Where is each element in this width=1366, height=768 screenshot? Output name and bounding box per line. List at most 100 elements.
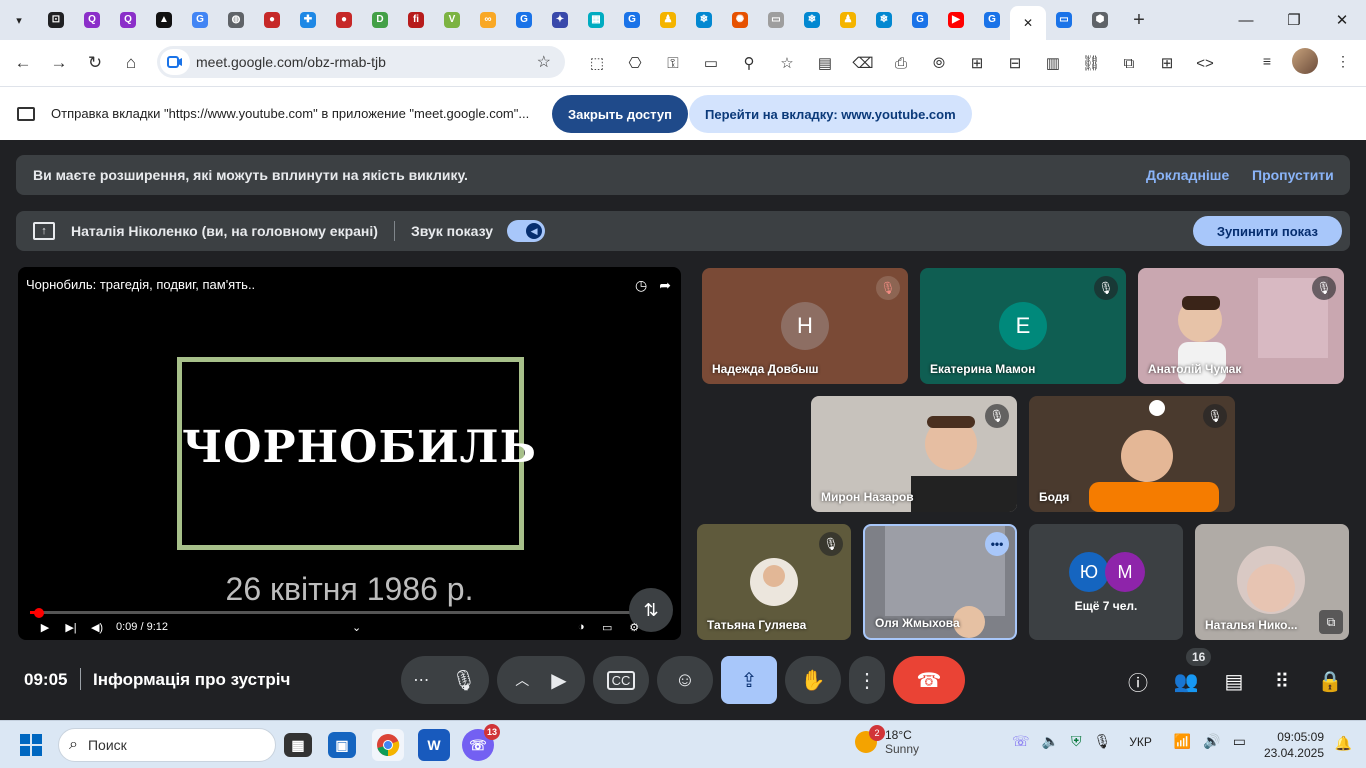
forward-button[interactable]: → [42,46,76,80]
extension-icon[interactable]: ⎙ [882,48,920,78]
address-bar[interactable]: meet.google.com/obz-rmab-tjb ☆ [157,46,565,78]
extension-icon[interactable]: ⎔ [616,48,654,78]
go-to-tab-button[interactable]: Перейти на вкладку: www.youtube.com [689,95,972,133]
browser-tab[interactable]: V [434,4,470,36]
share-audio-toggle[interactable]: ◀ [507,220,546,242]
taskbar-search[interactable]: ⌕ Поиск [58,728,276,762]
more-options-icon[interactable]: ••• [985,532,1009,556]
reload-button[interactable]: ↻ [78,46,112,80]
extension-icon[interactable]: ⊞ [1148,48,1186,78]
extension-icon[interactable]: ⊞ [958,48,996,78]
browser-tab[interactable]: ⬢ [1082,4,1118,36]
host-controls-icon[interactable]: 🔒 [1314,666,1346,696]
extension-icon[interactable]: ⛓ [1072,48,1110,78]
viber-tray-icon[interactable]: ☏ [1012,733,1030,750]
browser-tab[interactable]: Q [110,4,146,36]
browser-tab[interactable]: ⊡ [38,4,74,36]
participant-tile[interactable]: ••• Оля Жмыхова [863,524,1017,640]
bookmark-star-icon[interactable]: ☆ [537,52,551,72]
browser-tab[interactable]: G [902,4,938,36]
task-view-icon[interactable]: ▦ [284,733,312,757]
weather-widget[interactable]: 2 18°C Sunny [855,725,919,756]
participant-tile[interactable]: Е 🎙 Екатерина Мамон [920,268,1126,384]
close-tab-icon[interactable]: ✕ [1023,16,1033,30]
browser-tab[interactable]: ▲ [146,4,182,36]
raise-hand-button[interactable]: ✋ [785,656,841,704]
browser-tab[interactable]: ✚ [290,4,326,36]
extension-icon[interactable]: ⦾ [920,48,958,78]
media-controls-icon[interactable]: ≡ [1254,48,1280,74]
extension-icon[interactable]: ⚲ [730,48,768,78]
close-window-button[interactable]: ✕ [1318,0,1366,40]
leave-call-button[interactable]: ☎ [893,656,965,704]
site-info-icon[interactable] [160,49,190,75]
participant-tile[interactable]: 🎙 Анатолій Чумак [1138,268,1344,384]
defender-icon[interactable]: ⛨ [1071,733,1082,750]
people-icon[interactable]: 👥 [1170,666,1202,696]
battery-icon[interactable]: ▭ [1233,733,1246,750]
volume-icon[interactable]: ◀) [84,617,110,637]
stop-presenting-button[interactable]: Зупинити показ [1192,216,1342,246]
activities-icon[interactable]: ⠿ [1266,666,1298,696]
settings-gear-icon[interactable]: ⚙ [621,617,647,637]
profile-avatar[interactable] [1292,48,1318,74]
browser-tab[interactable]: D [362,4,398,36]
extension-icon[interactable]: ▥ [1034,48,1072,78]
shared-screen-video[interactable]: Чорнобиль: трагедія, подвиг, пам'ять.. ◷… [18,267,681,640]
browser-tab[interactable]: ▦ [578,4,614,36]
close-access-button[interactable]: Закрыть доступ [552,95,688,133]
viber-icon[interactable]: ☏ 13 [462,724,500,761]
browser-tab[interactable]: fi [398,4,434,36]
more-options-button[interactable]: ⋮ [849,656,885,704]
participant-tile[interactable]: 🎙 Бодя [1029,396,1235,512]
word-icon[interactable]: W [418,729,450,761]
browser-tab[interactable]: ♟ [650,4,686,36]
browser-tab[interactable]: ✺ [722,4,758,36]
tab-search-button[interactable]: ▾ [6,7,32,33]
extension-icon[interactable]: ⬚ [578,48,616,78]
maximize-button[interactable]: ❐ [1270,0,1318,40]
pip-icon[interactable]: ⧉ [1319,610,1343,634]
language-indicator[interactable]: УКР [1129,735,1152,749]
autoplay-toggle-icon[interactable]: ◑ [569,617,593,637]
browser-tab[interactable]: ✦ [542,4,578,36]
reactions-button[interactable]: ☺ [657,656,713,704]
new-tab-button[interactable]: + [1124,5,1154,35]
extension-icon[interactable]: ⚿ [654,48,692,78]
participant-tile[interactable]: 🎙 Татьяна Гуляева [697,524,851,640]
browser-tab[interactable]: ❄ [866,4,902,36]
extension-icon[interactable]: ▤ [806,48,844,78]
browser-tab[interactable]: G [974,4,1010,36]
watch-later-icon[interactable]: ◷ [635,277,647,294]
wifi-icon[interactable]: 📶 [1174,733,1191,750]
browser-tab[interactable]: ❄ [794,4,830,36]
present-button[interactable]: ⇪ [721,656,777,704]
browser-tab[interactable]: ♟ [830,4,866,36]
participant-tile[interactable]: ⧉ Наталья Нико... [1195,524,1349,640]
browser-tab[interactable]: ▭ [1046,4,1082,36]
learn-more-link[interactable]: Докладніше [1146,167,1229,183]
extension-icon[interactable]: ⌫ [844,48,882,78]
others-tile[interactable]: Ю М Ещё 7 чел. [1029,524,1183,640]
chrome-icon[interactable] [372,729,404,761]
subtitles-icon[interactable]: ▭ [593,617,621,637]
camera-button[interactable]: ︿ ▶ [497,656,585,704]
chevron-down-icon[interactable]: ⌄ [352,617,361,637]
notifications-bell-icon[interactable]: 🔔 [1335,735,1352,752]
browser-tab[interactable]: ∞ [470,4,506,36]
browser-tab[interactable]: ● [254,4,290,36]
browser-tab[interactable]: G [182,4,218,36]
extension-icon[interactable]: ⧉ [1110,48,1148,78]
browser-tab[interactable]: Q [74,4,110,36]
back-button[interactable]: ← [6,46,40,80]
extension-icon[interactable]: ▭ [692,48,730,78]
system-clock[interactable]: 09:05:09 23.04.2025 [1264,729,1324,761]
share-icon[interactable]: ➦ [659,277,671,294]
store-icon[interactable]: ▣ [328,732,356,758]
home-button[interactable]: ⌂ [114,46,148,80]
start-button[interactable] [20,734,42,756]
mic-button[interactable]: ⋯ 🎙 [401,656,489,704]
active-browser-tab[interactable]: ✕ [1010,6,1046,40]
participant-tile[interactable]: Н 🎙 Надежда Довбыш [702,268,908,384]
volume-icon[interactable]: 🔊 [1203,733,1220,750]
